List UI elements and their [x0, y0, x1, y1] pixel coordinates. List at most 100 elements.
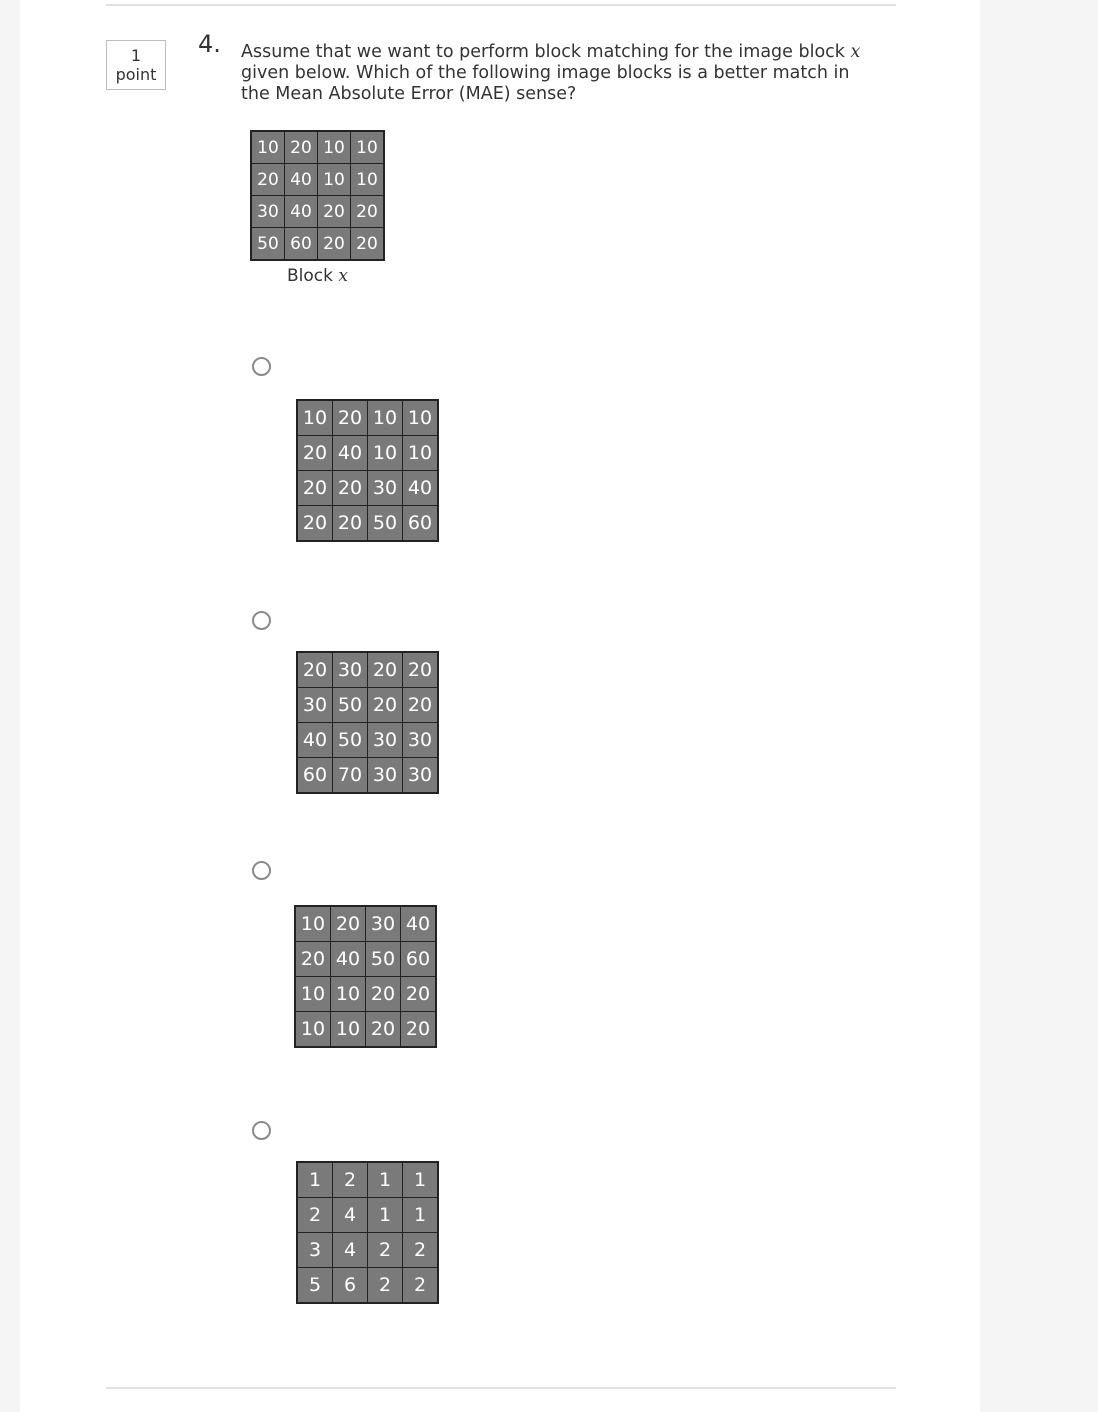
- option-3-radio[interactable]: [252, 861, 271, 880]
- grid-cell: 4: [332, 1232, 368, 1268]
- grid-cell: 50: [365, 941, 401, 977]
- grid-cell: 20: [296, 470, 333, 506]
- grid-cell: 20: [296, 651, 333, 688]
- block-x-label: Block x: [287, 266, 348, 286]
- grid-row: 3 4 2 2: [296, 1232, 439, 1268]
- grid-cell: 20: [350, 227, 385, 261]
- grid-cell: 2: [367, 1267, 403, 1304]
- grid-cell: 1: [296, 1161, 333, 1198]
- block-label-variable: x: [338, 266, 348, 286]
- grid-cell: 2: [402, 1267, 439, 1304]
- quiz-page: 1 point 4. Assume that we want to perfor…: [20, 0, 980, 1412]
- grid-row: 60 70 30 30: [296, 757, 439, 794]
- grid-cell: 60: [402, 505, 439, 542]
- grid-cell: 6: [332, 1267, 368, 1304]
- grid-row: 20 40 10 10: [250, 163, 385, 196]
- grid-cell: 50: [332, 687, 368, 723]
- grid-row: 10 10 20 20: [294, 976, 437, 1012]
- grid-cell: 10: [350, 130, 385, 164]
- grid-cell: 2: [296, 1197, 333, 1233]
- grid-cell: 50: [332, 722, 368, 758]
- grid-cell: 30: [296, 687, 333, 723]
- grid-cell: 10: [402, 399, 439, 436]
- grid-cell: 40: [296, 722, 333, 758]
- grid-cell: 30: [402, 757, 439, 794]
- grid-row: 10 20 10 10: [296, 399, 439, 436]
- grid-row: 30 50 20 20: [296, 687, 439, 723]
- grid-cell: 20: [350, 195, 385, 228]
- grid-cell: 20: [400, 976, 437, 1012]
- grid-cell: 20: [332, 470, 368, 506]
- grid-cell: 1: [402, 1197, 439, 1233]
- grid-row: 1 2 1 1: [296, 1161, 439, 1198]
- option-3-grid: 10 20 30 40 20 40 50 60 10 10 20 20 10 1…: [294, 905, 437, 1048]
- grid-cell: 70: [332, 757, 368, 794]
- grid-row: 10 20 10 10: [250, 130, 385, 164]
- top-divider: [106, 4, 896, 6]
- grid-cell: 20: [332, 505, 368, 542]
- grid-cell: 20: [365, 976, 401, 1012]
- grid-row: 2 4 1 1: [296, 1197, 439, 1233]
- grid-row: 20 40 10 10: [296, 435, 439, 471]
- option-1-radio[interactable]: [252, 357, 271, 376]
- grid-cell: 10: [294, 1011, 331, 1048]
- points-value: 1: [130, 46, 142, 65]
- grid-cell: 10: [367, 435, 403, 471]
- grid-row: 20 20 30 40: [296, 470, 439, 506]
- grid-cell: 10: [294, 905, 331, 942]
- grid-cell: 20: [367, 687, 403, 723]
- question-text: Assume that we want to perform block mat…: [241, 42, 881, 105]
- grid-cell: 20: [330, 905, 366, 942]
- grid-cell: 50: [250, 227, 285, 261]
- grid-cell: 10: [317, 130, 351, 164]
- question-text-part1: Assume that we want to perform block mat…: [241, 42, 851, 62]
- grid-row: 20 30 20 20: [296, 651, 439, 688]
- grid-cell: 40: [330, 941, 366, 977]
- grid-cell: 20: [402, 687, 439, 723]
- grid-cell: 10: [294, 976, 331, 1012]
- grid-cell: 2: [402, 1232, 439, 1268]
- grid-cell: 20: [402, 651, 439, 688]
- grid-cell: 40: [400, 905, 437, 942]
- grid-cell: 2: [367, 1232, 403, 1268]
- question-text-variable: x: [850, 42, 861, 62]
- grid-row: 20 20 50 60: [296, 505, 439, 542]
- grid-cell: 20: [294, 941, 331, 977]
- grid-cell: 30: [332, 651, 368, 688]
- grid-cell: 10: [330, 976, 366, 1012]
- grid-cell: 20: [367, 651, 403, 688]
- question-number: 4.: [198, 30, 221, 58]
- grid-row: 50 60 20 20: [250, 227, 385, 261]
- grid-cell: 20: [250, 163, 285, 196]
- grid-cell: 10: [330, 1011, 366, 1048]
- grid-cell: 10: [402, 435, 439, 471]
- grid-cell: 20: [332, 399, 368, 436]
- grid-cell: 50: [367, 505, 403, 542]
- option-4-radio[interactable]: [252, 1121, 271, 1140]
- grid-cell: 1: [367, 1161, 403, 1198]
- grid-cell: 60: [284, 227, 318, 261]
- grid-cell: 30: [250, 195, 285, 228]
- grid-cell: 1: [367, 1197, 403, 1233]
- grid-cell: 10: [317, 163, 351, 196]
- grid-cell: 10: [296, 399, 333, 436]
- grid-cell: 20: [284, 130, 318, 164]
- grid-row: 20 40 50 60: [294, 941, 437, 977]
- grid-cell: 5: [296, 1267, 333, 1304]
- grid-row: 10 10 20 20: [294, 1011, 437, 1048]
- grid-cell: 30: [367, 470, 403, 506]
- grid-cell: 20: [365, 1011, 401, 1048]
- grid-cell: 2: [332, 1161, 368, 1198]
- option-2-radio[interactable]: [252, 611, 271, 630]
- grid-row: 40 50 30 30: [296, 722, 439, 758]
- block-label-text: Block: [287, 266, 339, 286]
- grid-cell: 60: [296, 757, 333, 794]
- grid-cell: 20: [400, 1011, 437, 1048]
- grid-cell: 30: [365, 905, 401, 942]
- option-2-grid: 20 30 20 20 30 50 20 20 40 50 30 30 60 7…: [296, 651, 439, 794]
- grid-cell: 10: [367, 399, 403, 436]
- points-badge: 1 point: [106, 40, 166, 90]
- grid-cell: 10: [250, 130, 285, 164]
- grid-cell: 60: [400, 941, 437, 977]
- grid-cell: 40: [284, 195, 318, 228]
